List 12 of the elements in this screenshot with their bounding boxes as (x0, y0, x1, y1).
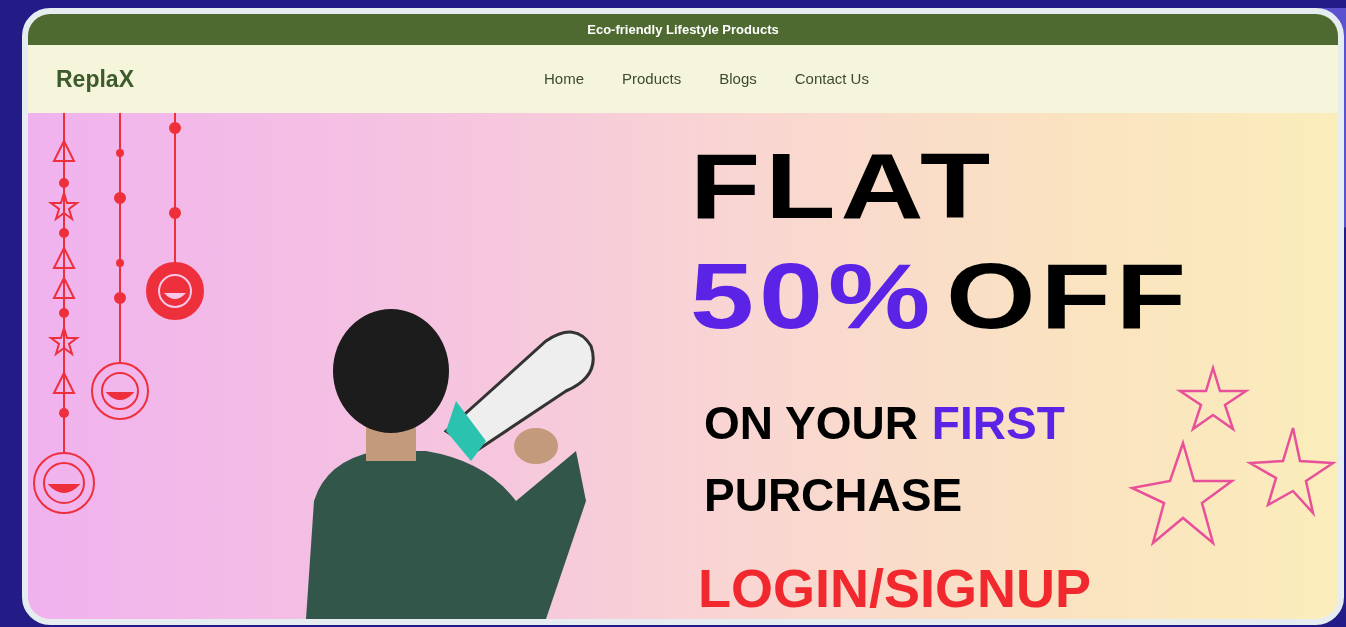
subheadline-text: ON YOUR (704, 396, 918, 451)
logo[interactable]: ReplaX (56, 61, 544, 97)
nav-link[interactable]: Home (544, 67, 584, 91)
headline-text: FLAT (690, 134, 996, 239)
headline-text: OFF (946, 244, 1192, 349)
headline-text: 50% (690, 244, 936, 349)
nav-link[interactable]: Contact Us (794, 67, 869, 91)
subheadline-text: PURCHASE (704, 468, 963, 523)
announcement-text: Eco-friendly Lifestyle Products (587, 20, 779, 39)
subheadline-text: FIRST (931, 396, 1065, 451)
nav-link[interactable]: Products (622, 67, 682, 91)
nav-link[interactable]: Blogs (719, 67, 757, 91)
